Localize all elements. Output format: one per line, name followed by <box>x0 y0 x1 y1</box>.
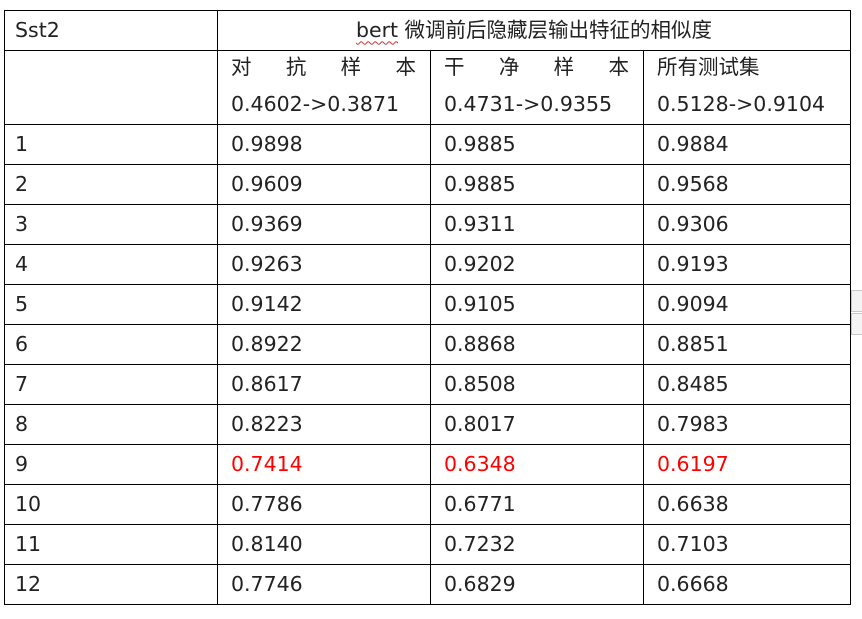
table-row: 3 0.9369 0.9311 0.9306 <box>4 204 851 245</box>
layer-number-cell: 5 <box>4 284 218 325</box>
value-cell: 0.8851 <box>643 324 851 365</box>
value-cell: 0.9193 <box>643 244 851 285</box>
value-cell: 0.9369 <box>217 204 431 245</box>
table-body: Sst2 bert 微调前后隐藏层输出特征的相似度 对 抗 样 本 0.4602… <box>4 10 851 605</box>
table-row: 7 0.8617 0.8508 0.8485 <box>4 364 851 405</box>
value-cell: 0.9568 <box>643 164 851 205</box>
layer-number-cell: 11 <box>4 524 218 565</box>
layer-number-cell: 3 <box>4 204 218 245</box>
value-cell: 0.6771 <box>430 484 644 525</box>
value-cell: 0.9263 <box>217 244 431 285</box>
table-row: 8 0.8223 0.8017 0.7983 <box>4 404 851 445</box>
table-row: 6 0.8922 0.8868 0.8851 <box>4 324 851 365</box>
column-header-all-test: 所有测试集 0.5128->0.9104 <box>643 50 851 125</box>
value-cell: 0.8617 <box>217 364 431 405</box>
value-cell: 0.6197 <box>643 444 851 485</box>
similarity-table: Sst2 bert 微调前后隐藏层输出特征的相似度 对 抗 样 本 0.4602… <box>4 10 851 605</box>
value-cell: 0.9094 <box>643 284 851 325</box>
column-name: 对 抗 样 本 <box>231 55 416 79</box>
value-cell: 0.9306 <box>643 204 851 245</box>
value-cell: 0.9202 <box>430 244 644 285</box>
value-cell: 0.7786 <box>217 484 431 525</box>
table-row: 9 0.7414 0.6348 0.6197 <box>4 444 851 485</box>
layer-number-cell: 6 <box>4 324 218 365</box>
table-row: 5 0.9142 0.9105 0.9094 <box>4 284 851 325</box>
title-model-name: bert <box>355 18 399 43</box>
empty-header-cell <box>4 50 218 125</box>
table-row: 2 0.9609 0.9885 0.9568 <box>4 164 851 205</box>
layer-number-cell: 2 <box>4 164 218 205</box>
value-cell: 0.8017 <box>430 404 644 445</box>
layer-number-cell: 9 <box>4 444 218 485</box>
value-cell: 0.7232 <box>430 524 644 565</box>
value-cell: 0.8868 <box>430 324 644 365</box>
value-cell: 0.7746 <box>217 564 431 605</box>
value-cell: 0.9884 <box>643 124 851 165</box>
column-header-clean: 干 净 样 本 0.4731->0.9355 <box>430 50 644 125</box>
column-name: 干 净 样 本 <box>444 55 629 79</box>
value-cell: 0.7983 <box>643 404 851 445</box>
value-cell: 0.8922 <box>217 324 431 365</box>
value-cell: 0.9609 <box>217 164 431 205</box>
value-cell: 0.7414 <box>217 444 431 485</box>
column-range: 0.4602->0.3871 <box>231 92 400 116</box>
table-row: 1 0.9898 0.9885 0.9884 <box>4 124 851 165</box>
scrollbar-stub[interactable] <box>851 290 862 312</box>
table-row: 10 0.7786 0.6771 0.6638 <box>4 484 851 525</box>
title-text: 微调前后隐藏层输出特征的相似度 <box>398 18 713 43</box>
value-cell: 0.9885 <box>430 124 644 165</box>
value-cell: 0.6829 <box>430 564 644 605</box>
value-cell: 0.9105 <box>430 284 644 325</box>
value-cell: 0.9885 <box>430 164 644 205</box>
value-cell: 0.8223 <box>217 404 431 445</box>
value-cell: 0.9898 <box>217 124 431 165</box>
value-cell: 0.6668 <box>643 564 851 605</box>
column-header-row: 对 抗 样 本 0.4602->0.3871 干 净 样 本 0.4731->0… <box>4 50 851 125</box>
layer-number-cell: 10 <box>4 484 218 525</box>
title-row: Sst2 bert 微调前后隐藏层输出特征的相似度 <box>4 10 851 51</box>
table-title: bert 微调前后隐藏层输出特征的相似度 <box>217 10 851 51</box>
layer-number-cell: 1 <box>4 124 218 165</box>
layer-number-cell: 12 <box>4 564 218 605</box>
table-row: 11 0.8140 0.7232 0.7103 <box>4 524 851 565</box>
value-cell: 0.8485 <box>643 364 851 405</box>
column-header-adversarial: 对 抗 样 本 0.4602->0.3871 <box>217 50 431 125</box>
value-cell: 0.7103 <box>643 524 851 565</box>
layer-number-cell: 7 <box>4 364 218 405</box>
column-range: 0.4731->0.9355 <box>444 92 613 116</box>
corner-cell: Sst2 <box>4 10 218 51</box>
table-row: 12 0.7746 0.6829 0.6668 <box>4 564 851 605</box>
value-cell: 0.9142 <box>217 284 431 325</box>
layer-number-cell: 4 <box>4 244 218 285</box>
value-cell: 0.9311 <box>430 204 644 245</box>
value-cell: 0.8140 <box>217 524 431 565</box>
scrollbar-stub[interactable] <box>851 313 862 335</box>
layer-number-cell: 8 <box>4 404 218 445</box>
value-cell: 0.6348 <box>430 444 644 485</box>
value-cell: 0.8508 <box>430 364 644 405</box>
column-name: 所有测试集 <box>657 55 760 79</box>
column-range: 0.5128->0.9104 <box>657 92 826 116</box>
table-row: 4 0.9263 0.9202 0.9193 <box>4 244 851 285</box>
value-cell: 0.6638 <box>643 484 851 525</box>
